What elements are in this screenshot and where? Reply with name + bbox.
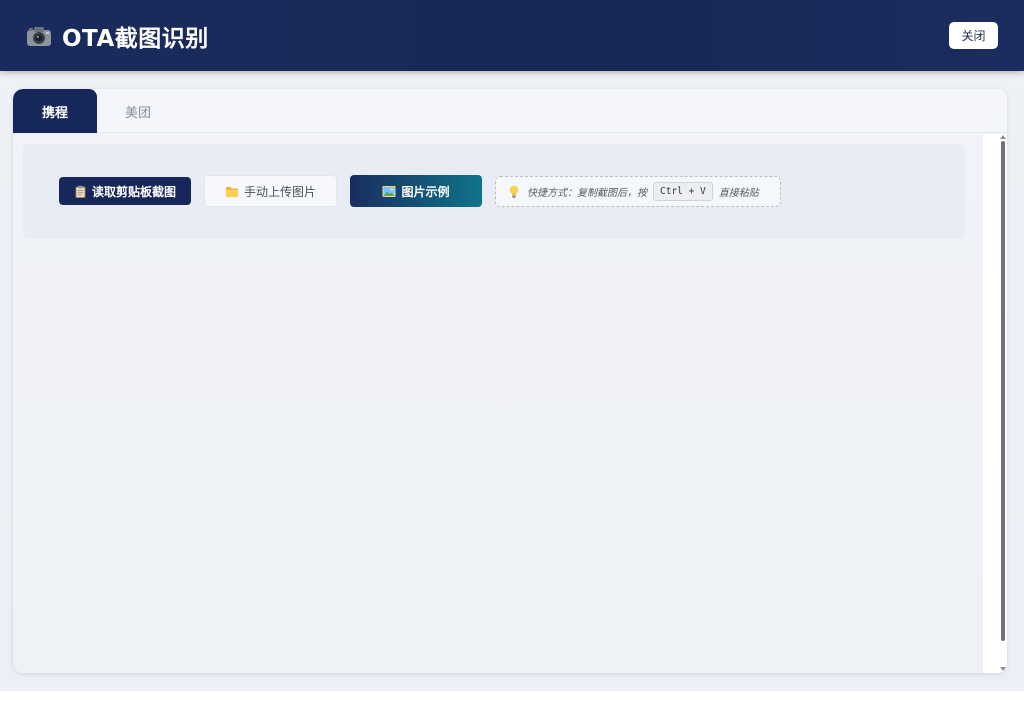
shortcut-tip: 快捷方式：复制截图后，按 Ctrl + V 直接粘贴 bbox=[495, 176, 781, 207]
tab-bar: 携程 美团 bbox=[13, 89, 1007, 133]
scroll-up-arrow[interactable] bbox=[1000, 135, 1006, 139]
read-clipboard-button[interactable]: 读取剪贴板截图 bbox=[59, 177, 191, 205]
manual-upload-button[interactable]: 手动上传图片 bbox=[204, 175, 337, 207]
tab-content: 读取剪贴板截图 手动上传图片 图片示例 快捷方式：复制截图后，按 Ctrl + … bbox=[13, 134, 983, 673]
tip-prefix: 快捷方式：复制截图后，按 bbox=[527, 188, 647, 199]
main-panel: 携程 美团 读取剪贴板截图 手动上传图片 图片示例 快捷方式：复制截图后，按 C… bbox=[13, 89, 1007, 673]
upload-toolbar: 读取剪贴板截图 手动上传图片 图片示例 快捷方式：复制截图后，按 Ctrl + … bbox=[23, 144, 965, 239]
tip-suffix: 直接粘贴 bbox=[718, 188, 759, 199]
folder-icon bbox=[225, 185, 238, 198]
scroll-down-arrow[interactable] bbox=[1000, 667, 1006, 671]
shortcut-key: Ctrl + V bbox=[653, 182, 713, 201]
close-button[interactable]: 关闭 bbox=[949, 22, 998, 49]
lightbulb-icon bbox=[508, 185, 521, 198]
image-example-label: 图片示例 bbox=[401, 184, 450, 199]
header-bar: OTA截图识别 关闭 bbox=[0, 0, 1024, 71]
clipboard-icon bbox=[74, 185, 87, 198]
picture-icon bbox=[382, 185, 396, 198]
image-example-button[interactable]: 图片示例 bbox=[350, 175, 482, 207]
tab-ctrip[interactable]: 携程 bbox=[13, 89, 97, 133]
page-title: OTA截图识别 bbox=[62, 25, 209, 52]
manual-upload-label: 手动上传图片 bbox=[243, 184, 316, 199]
camera-icon bbox=[26, 25, 52, 47]
app-root: OTA截图识别 关闭 携程 美团 读取剪贴板截图 手动上传图片 图片示例 快捷方… bbox=[0, 0, 1024, 691]
vertical-scrollbar[interactable] bbox=[983, 134, 1007, 673]
scroll-thumb[interactable] bbox=[1001, 141, 1005, 641]
read-clipboard-label: 读取剪贴板截图 bbox=[91, 184, 176, 199]
title-wrap: OTA截图识别 bbox=[26, 19, 209, 53]
tab-meituan[interactable]: 美团 bbox=[97, 89, 179, 133]
